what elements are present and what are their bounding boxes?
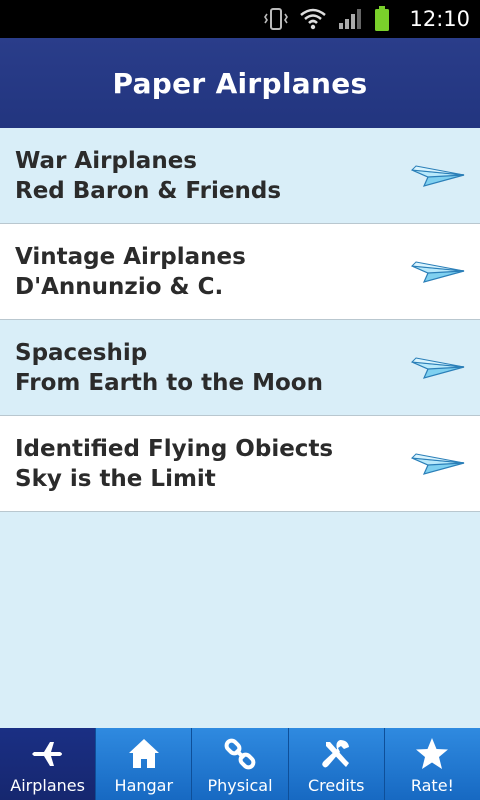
signal-icon: [339, 9, 362, 29]
tab-hangar[interactable]: Hangar: [95, 728, 192, 800]
list-item-title: Spaceship: [15, 339, 148, 366]
tab-label: Hangar: [114, 776, 174, 795]
list-item-subtitle: From Earth to the Moon: [15, 369, 323, 396]
airplane-icon: [31, 742, 62, 766]
tools-icon: [322, 740, 350, 768]
paper-airplane-icon: [410, 261, 465, 283]
link-icon: [224, 738, 256, 770]
paper-airplane-icon: [410, 453, 465, 475]
tab-rate[interactable]: Rate!: [383, 728, 480, 800]
list-item-title: Vintage Airplanes: [15, 243, 246, 270]
airplane-category-list: War Airplanes Red Baron & Friends Vintag…: [0, 128, 480, 512]
list-item[interactable]: Vintage Airplanes D'Annunzio & C.: [0, 224, 480, 320]
tab-physical[interactable]: Physical: [191, 728, 288, 800]
paper-airplane-icon: [410, 357, 465, 379]
status-bar: 12:10: [0, 0, 480, 38]
battery-icon: [375, 6, 390, 31]
list-item-subtitle: D'Annunzio & C.: [15, 273, 224, 300]
list-item-title: Identified Flying Obiects: [15, 435, 334, 462]
title-bar: Paper Airplanes: [0, 38, 480, 128]
page-title: Paper Airplanes: [112, 66, 368, 100]
list-item-subtitle: Red Baron & Friends: [15, 177, 282, 204]
paper-airplane-icon: [410, 165, 465, 187]
tab-label: Credits: [307, 776, 365, 795]
tab-label: Rate!: [410, 776, 454, 795]
home-icon: [128, 739, 159, 768]
wifi-icon: [300, 8, 327, 30]
tab-label: Physical: [207, 776, 273, 795]
status-time: 12:10: [409, 7, 470, 31]
star-icon: [416, 738, 449, 769]
list-item-subtitle: Sky is the Limit: [15, 465, 216, 492]
vibrate-icon: [264, 8, 289, 30]
bottom-tab-bar: Airplanes Hangar Physical Credits Rate!: [0, 728, 480, 800]
tab-airplanes[interactable]: Airplanes: [0, 728, 96, 800]
tab-credits[interactable]: Credits: [287, 728, 384, 800]
list-item[interactable]: War Airplanes Red Baron & Friends: [0, 128, 480, 224]
list-item[interactable]: Identified Flying Obiects Sky is the Lim…: [0, 416, 480, 512]
tab-label: Airplanes: [10, 776, 85, 795]
list-item[interactable]: Spaceship From Earth to the Moon: [0, 320, 480, 416]
status-icons: 12:10: [263, 0, 470, 38]
list-item-title: War Airplanes: [15, 147, 197, 174]
